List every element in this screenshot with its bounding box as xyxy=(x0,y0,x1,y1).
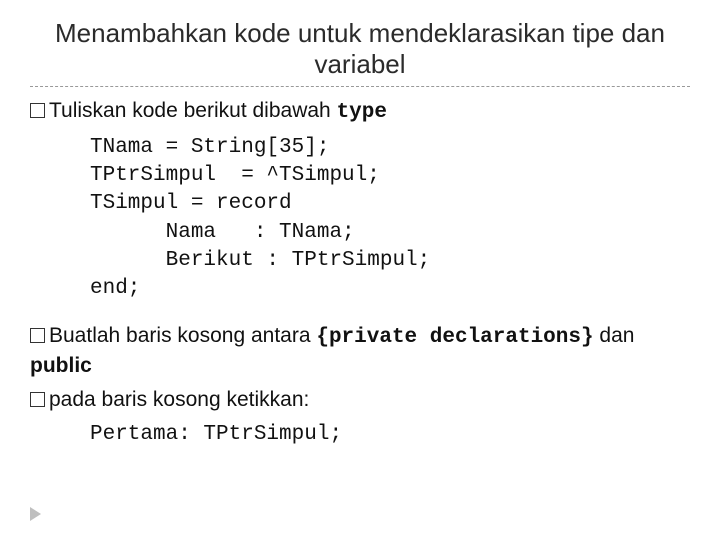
bullet-3-text: pada baris kosong ketikkan: xyxy=(49,388,309,411)
code-l4: Nama : TNama; xyxy=(90,221,355,244)
square-bullet-icon xyxy=(30,328,45,343)
token-public: public xyxy=(30,354,92,377)
content: Tuliskan kode berikut dibawah type TNama… xyxy=(30,97,690,449)
bullet-1: Tuliskan kode berikut dibawah type xyxy=(30,97,690,127)
bullet-2: Buatlah baris kosong antara {private dec… xyxy=(30,322,690,381)
code-l2: TPtrSimpul = ^TSimpul; xyxy=(90,164,380,187)
code-l5: Berikut : TPtrSimpul; xyxy=(90,249,430,272)
code-block-2: Pertama: TPtrSimpul; xyxy=(90,421,690,449)
token-private: {private declarations} xyxy=(316,326,593,349)
bullet-3: pada baris kosong ketikkan: xyxy=(30,386,690,414)
bullet-1-text: Tuliskan kode berikut dibawah xyxy=(49,99,337,122)
square-bullet-icon xyxy=(30,103,45,118)
code-block-1: TNama = String[35]; TPtrSimpul = ^TSimpu… xyxy=(90,134,690,304)
bullet-2-text: Buatlah baris kosong antara xyxy=(49,324,316,347)
corner-arrow-icon xyxy=(30,507,41,526)
slide-title: Menambahkan kode untuk mendeklarasikan t… xyxy=(30,18,690,80)
code2-l1: Pertama: TPtrSimpul; xyxy=(90,423,342,446)
keyword-type: type xyxy=(337,101,387,124)
square-bullet-icon xyxy=(30,392,45,407)
code-l1: TNama = String[35]; xyxy=(90,136,329,159)
bullet-2-mid: dan xyxy=(594,324,635,347)
title-divider xyxy=(30,86,690,87)
code-l6: end; xyxy=(90,277,140,300)
code-l3: TSimpul = record xyxy=(90,192,292,215)
